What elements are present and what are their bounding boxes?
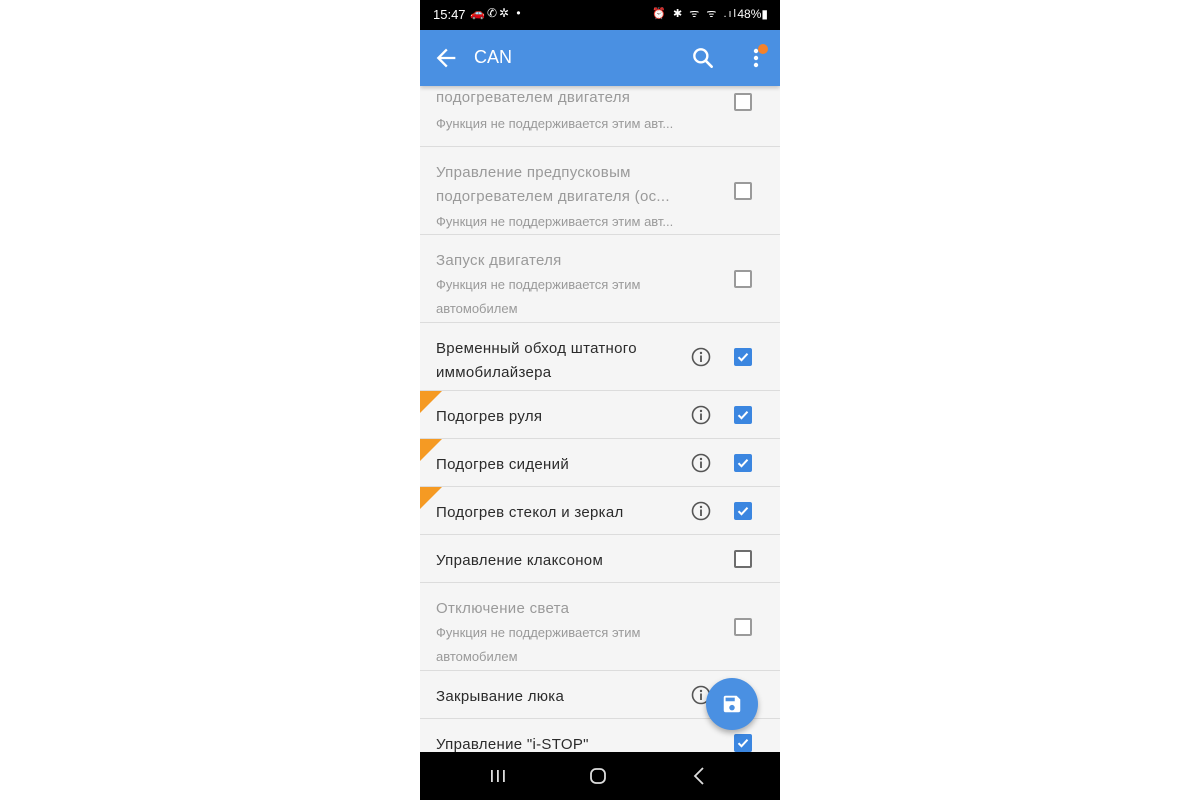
settings-list: подогревателем двигателя Функция не подд… xyxy=(420,86,780,752)
arrow-left-icon[interactable] xyxy=(432,44,460,72)
status-bar: 15:47 🚗✆✲ • ⏰ ✱ ᯤ ᯤ .ıl 48%▮ xyxy=(420,0,780,30)
list-item[interactable]: Временный обход штатного иммобилайзера xyxy=(420,323,780,391)
list-item[interactable]: Управление предпусковым подогревателем д… xyxy=(420,147,780,235)
item-title: Управление "i-STOP" xyxy=(436,736,589,752)
list-item[interactable]: Подогрев руля xyxy=(420,391,780,439)
recents-icon[interactable] xyxy=(486,764,510,788)
item-title: Подогрев сидений xyxy=(436,456,569,473)
system-nav-bar xyxy=(420,752,780,800)
item-title: Управление предпусковым подогревателем д… xyxy=(436,164,670,205)
item-checkbox[interactable] xyxy=(734,502,752,520)
battery-level: 48%▮ xyxy=(737,7,768,21)
status-time: 15:47 xyxy=(433,7,466,22)
phone-screen: 15:47 🚗✆✲ • ⏰ ✱ ᯤ ᯤ .ıl 48%▮ CAN подогре… xyxy=(420,0,780,800)
page-title: CAN xyxy=(474,47,513,67)
notification-icons: 🚗✆✲ • xyxy=(470,6,523,20)
home-icon[interactable] xyxy=(586,764,610,788)
item-title: Управление клаксоном xyxy=(436,552,604,569)
info-icon[interactable] xyxy=(691,347,711,367)
nav-back-icon[interactable] xyxy=(688,764,712,788)
list-item[interactable]: Управление клаксоном xyxy=(420,535,780,583)
item-subtitle: Функция не поддерживается этим автомобил… xyxy=(436,625,641,664)
item-title: Закрывание люка xyxy=(436,688,565,705)
item-checkbox[interactable] xyxy=(734,93,752,111)
item-checkbox[interactable] xyxy=(734,734,752,752)
list-item[interactable]: подогревателем двигателя Функция не подд… xyxy=(420,86,780,147)
search-icon[interactable] xyxy=(690,45,716,71)
notification-badge xyxy=(758,44,768,54)
save-icon xyxy=(723,695,741,713)
item-title: Запуск двигателя xyxy=(436,252,562,269)
item-title: Подогрев руля xyxy=(436,408,543,425)
item-title: Отключение света xyxy=(436,600,570,617)
info-icon[interactable] xyxy=(691,453,711,473)
item-title: Подогрев стекол и зеркал xyxy=(436,504,624,521)
item-checkbox[interactable] xyxy=(734,454,752,472)
save-button[interactable] xyxy=(706,678,758,730)
info-icon[interactable] xyxy=(691,501,711,521)
item-checkbox[interactable] xyxy=(734,270,752,288)
item-subtitle: Функция не поддерживается этим авт... xyxy=(436,116,674,131)
item-title: подогревателем двигателя xyxy=(436,89,631,106)
item-title: Временный обход штатного иммобилайзера xyxy=(436,340,637,381)
item-checkbox[interactable] xyxy=(734,618,752,636)
info-icon[interactable] xyxy=(691,405,711,425)
list-item[interactable]: Подогрев стекол и зеркал xyxy=(420,487,780,535)
list-item[interactable]: Подогрев сидений xyxy=(420,439,780,487)
item-checkbox[interactable] xyxy=(734,550,752,568)
app-bar: CAN xyxy=(420,30,780,86)
list-item[interactable]: Отключение света Функция не поддерживает… xyxy=(420,583,780,671)
item-checkbox[interactable] xyxy=(734,348,752,366)
item-subtitle: Функция не поддерживается этим авт... xyxy=(436,214,674,229)
item-checkbox[interactable] xyxy=(734,182,752,200)
list-item[interactable]: Запуск двигателя Функция не поддерживает… xyxy=(420,235,780,323)
item-checkbox[interactable] xyxy=(734,406,752,424)
item-subtitle: Функция не поддерживается этим автомобил… xyxy=(436,277,641,316)
system-icons: ⏰ ✱ ᯤ ᯤ .ıl xyxy=(652,8,738,20)
